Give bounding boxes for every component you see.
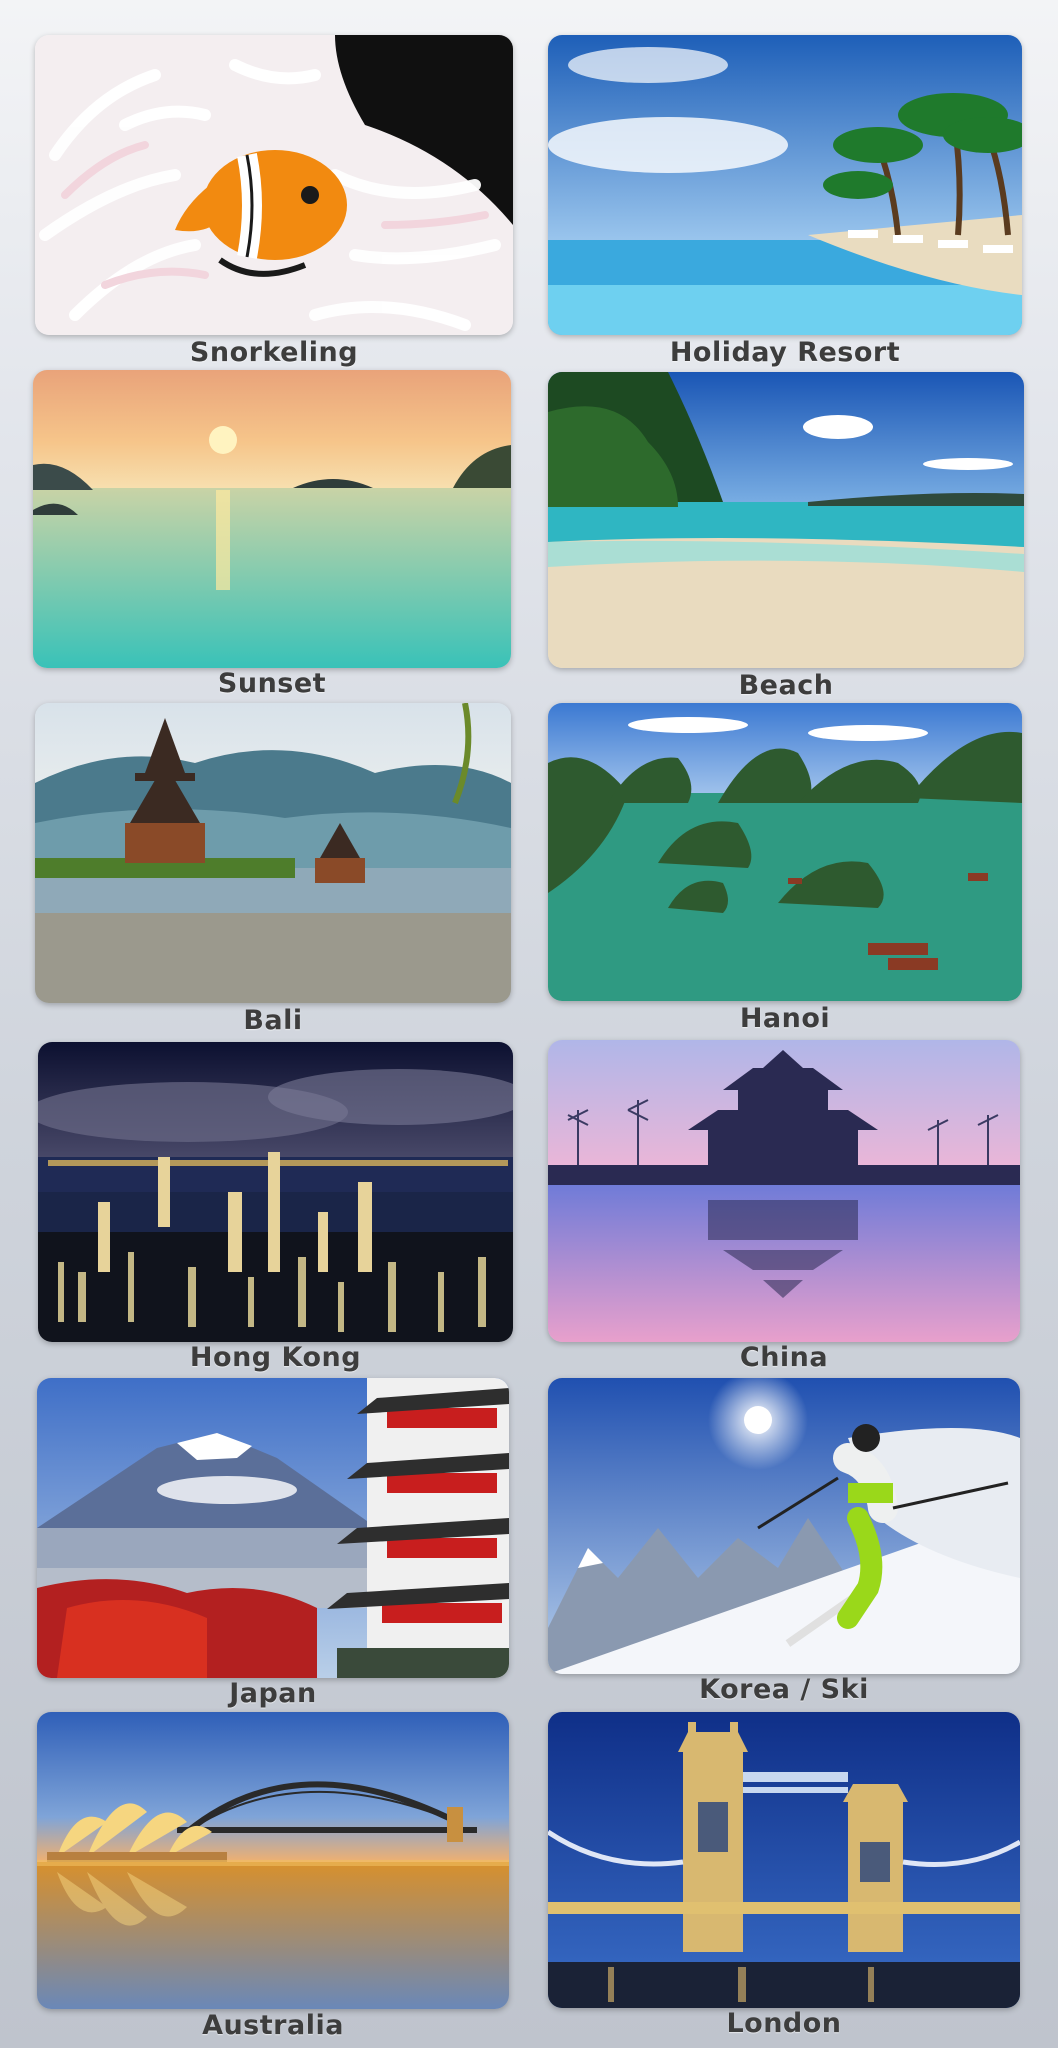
sunset-label: Sunset — [217, 668, 327, 699]
australia-photo[interactable] — [37, 1712, 509, 2009]
beach-photo[interactable] — [548, 372, 1024, 668]
snorkeling-photo[interactable] — [35, 35, 513, 335]
china-label: China — [739, 1342, 829, 1373]
japan-label: Japan — [229, 1678, 317, 1709]
china-photo[interactable] — [548, 1040, 1020, 1342]
holiday-resort-photo[interactable] — [548, 35, 1022, 335]
london-label: London — [726, 2008, 842, 2039]
beach-label: Beach — [738, 670, 834, 701]
hanoi-photo[interactable] — [548, 703, 1022, 1001]
bali-photo[interactable] — [35, 703, 511, 1003]
sunset-photo[interactable] — [33, 370, 511, 668]
london-photo[interactable] — [548, 1712, 1020, 2008]
korea-ski-label: Korea / Ski — [699, 1674, 869, 1705]
hanoi-label: Hanoi — [739, 1003, 831, 1034]
bali-label: Bali — [243, 1005, 303, 1036]
korea-ski-photo[interactable] — [548, 1378, 1020, 1674]
australia-label: Australia — [202, 2010, 344, 2041]
hong-kong-photo[interactable] — [38, 1042, 513, 1342]
holiday-resort-label: Holiday Resort — [669, 337, 901, 368]
japan-photo[interactable] — [37, 1378, 509, 1678]
snorkeling-label: Snorkeling — [189, 337, 359, 368]
hong-kong-label: Hong Kong — [189, 1342, 362, 1373]
